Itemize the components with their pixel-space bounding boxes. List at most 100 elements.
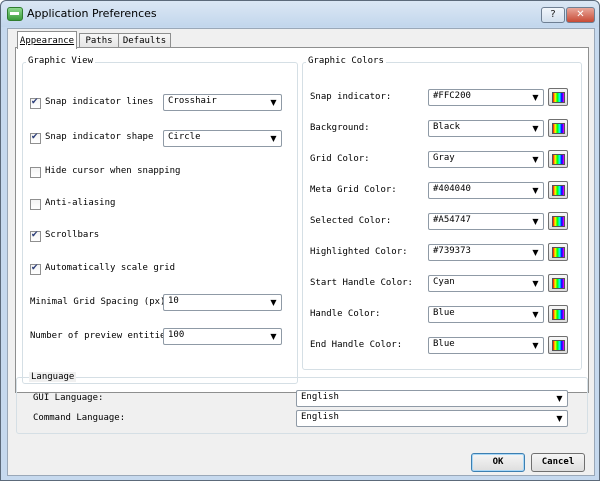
selected-color-combo[interactable]: #A54747 ▼ [428,213,544,230]
snap-indicator-color-picker-button[interactable] [548,88,568,106]
handle-color-picker-button[interactable] [548,305,568,323]
snap-shape-dropdown[interactable]: Circle ▼ [163,130,282,147]
background-color-combo[interactable]: Black ▼ [428,120,544,137]
chevron-down-icon: ▼ [270,134,277,143]
command-language-label: Command Language: [33,413,126,423]
combo-value: Black [433,122,461,132]
help-button[interactable]: ? [541,7,565,23]
combo-value: Cyan [433,277,455,287]
tab-label: Defaults [122,36,167,46]
gui-language-dropdown[interactable]: English ▼ [296,390,568,407]
combo-value: Blue [433,339,455,349]
start-handle-color-label: Start Handle Color: [310,278,413,288]
snap-lines-dropdown[interactable]: Crosshair ▼ [163,94,282,111]
snap-shape-checkbox[interactable] [30,132,41,144]
close-button[interactable]: ✕ [566,7,595,23]
chevron-down-icon: ▼ [532,155,539,164]
end-handle-color-label: End Handle Color: [310,340,403,350]
tab-label: Appearance [19,36,75,46]
handle-color-combo[interactable]: Blue ▼ [428,306,544,323]
min-grid-combo[interactable]: 10 ▼ [163,294,282,311]
window-title: Application Preferences [27,7,157,20]
gui-language-label: GUI Language: [33,393,104,403]
color-palette-icon [552,123,565,134]
combo-value: Blue [433,308,455,318]
chevron-down-icon: ▼ [270,98,277,107]
tab-defaults[interactable]: Defaults [118,33,171,48]
color-palette-icon [552,278,565,289]
color-palette-icon [552,309,565,320]
color-palette-icon [552,92,565,103]
auto-scale-checkbox[interactable] [30,263,41,275]
selected-color-label: Selected Color: [310,216,392,226]
graphic-colors-group: Graphic Colors Snap indicator: #FFC200 ▼ … [302,56,582,370]
grid-color-picker-button[interactable] [548,150,568,168]
group-title: Language [29,372,77,382]
snap-indicator-color-combo[interactable]: #FFC200 ▼ [428,89,544,106]
color-palette-icon [552,247,565,258]
selected-color-picker-button[interactable] [548,212,568,230]
combo-value: Gray [433,153,455,163]
dropdown-value: Circle [168,132,201,142]
dialog-client-area: Appearance Paths Defaults Graphic View S… [7,28,595,476]
color-palette-icon [552,216,565,227]
chevron-down-icon: ▼ [532,93,539,102]
meta-grid-color-picker-button[interactable] [548,181,568,199]
preferences-window: Application Preferences ? ✕ Appearance P… [0,0,600,481]
tab-paths[interactable]: Paths [79,33,119,48]
meta-grid-color-label: Meta Grid Color: [310,185,397,195]
start-handle-color-combo[interactable]: Cyan ▼ [428,275,544,292]
combo-value: #404040 [433,184,471,194]
snap-indicator-color-label: Snap indicator: [310,92,392,102]
end-handle-color-combo[interactable]: Blue ▼ [428,337,544,354]
chevron-down-icon: ▼ [532,279,539,288]
command-language-dropdown[interactable]: English ▼ [296,410,568,427]
scrollbars-checkbox[interactable] [30,230,41,242]
checkbox-label: Automatically scale grid [45,263,176,273]
highlighted-color-label: Highlighted Color: [310,247,408,257]
chevron-down-icon: ▼ [532,124,539,133]
checkbox-label: Hide cursor when snapping [45,166,181,176]
ok-button[interactable]: OK [471,453,525,472]
title-bar[interactable]: Application Preferences ? ✕ [1,1,599,27]
highlighted-color-combo[interactable]: #739373 ▼ [428,244,544,261]
checkbox-label: Anti-aliasing [45,198,116,208]
appearance-panel: Graphic View Snap indicator lines Crossh… [15,47,589,393]
color-palette-icon [552,154,565,165]
chevron-down-icon: ▼ [532,186,539,195]
cancel-button[interactable]: Cancel [531,453,585,472]
checkbox-label: Scrollbars [45,230,100,240]
dropdown-value: English [301,392,339,402]
checkbox-label: Snap indicator lines [45,97,154,107]
tab-appearance[interactable]: Appearance [17,31,77,49]
grid-color-combo[interactable]: Gray ▼ [428,151,544,168]
preview-entities-combo[interactable]: 100 ▼ [163,328,282,345]
tab-label: Paths [85,36,113,46]
checkbox-label: Snap indicator shape [45,132,154,142]
language-group: Language GUI Language: English ▼ Command… [16,372,588,434]
application-icon [7,7,23,21]
combo-value: #FFC200 [433,91,471,101]
chevron-down-icon: ▼ [532,248,539,257]
dropdown-value: English [301,412,339,422]
color-palette-icon [552,185,565,196]
handle-color-label: Handle Color: [310,309,381,319]
background-color-picker-button[interactable] [548,119,568,137]
group-title: Graphic View [26,56,96,66]
min-grid-label: Minimal Grid Spacing (px): [30,297,171,307]
meta-grid-color-combo[interactable]: #404040 ▼ [428,182,544,199]
end-handle-color-picker-button[interactable] [548,336,568,354]
color-palette-icon [552,340,565,351]
chevron-down-icon: ▼ [270,332,277,341]
preview-entities-label: Number of preview entities: [30,331,177,341]
snap-lines-checkbox[interactable] [30,97,41,109]
anti-aliasing-checkbox[interactable] [30,199,41,210]
highlighted-color-picker-button[interactable] [548,243,568,261]
start-handle-color-picker-button[interactable] [548,274,568,292]
combo-value: 10 [168,296,179,306]
combo-value: 100 [168,330,185,340]
chevron-down-icon: ▼ [532,341,539,350]
chevron-down-icon: ▼ [532,310,539,319]
hide-cursor-checkbox[interactable] [30,167,41,178]
chevron-down-icon: ▼ [532,217,539,226]
